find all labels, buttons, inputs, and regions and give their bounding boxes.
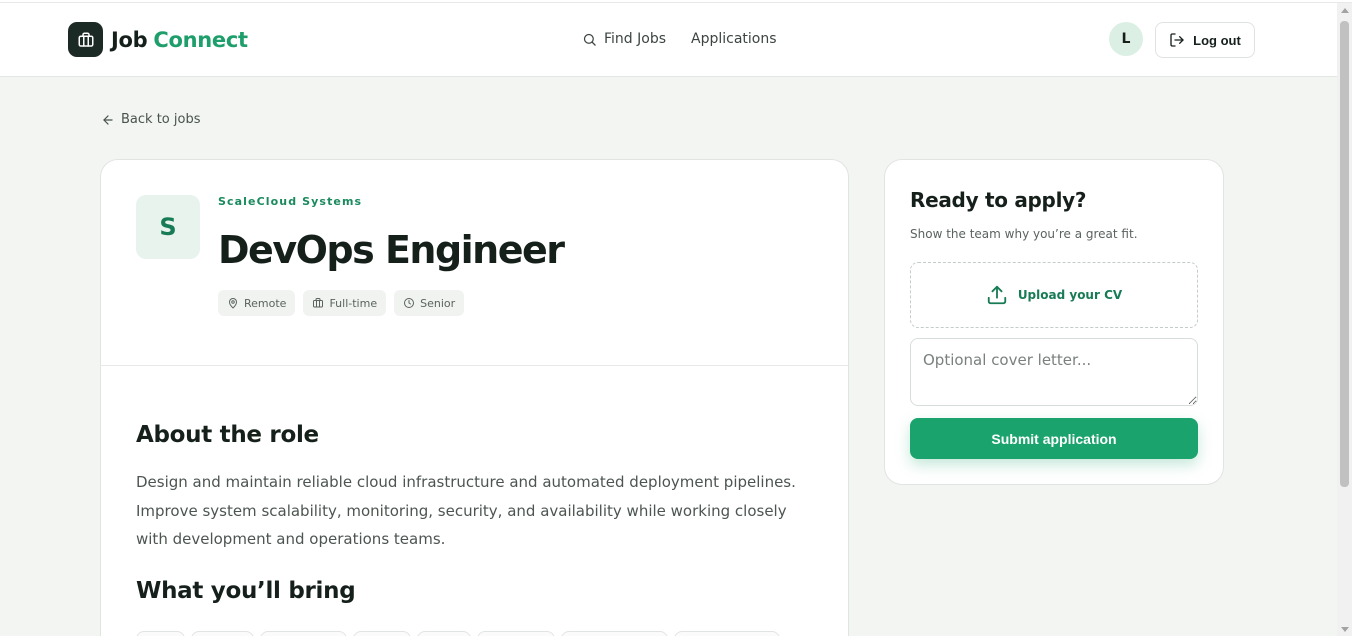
skill-chip <box>674 631 780 636</box>
skill-chip <box>260 631 347 636</box>
skill-chip <box>417 631 471 636</box>
apply-subtitle: Show the team why you’re a great fit. <box>910 227 1138 241</box>
nav-applications[interactable]: Applications <box>691 31 777 47</box>
skill-chip <box>561 631 668 636</box>
upload-cv-button[interactable]: Upload your CV <box>910 262 1198 328</box>
tag-employment-type: Full-time <box>303 290 387 316</box>
logo-word-connect: Connect <box>153 27 248 52</box>
page-scrollbar[interactable] <box>1337 3 1352 636</box>
skill-chip <box>136 631 185 636</box>
upload-cv-label: Upload your CV <box>1017 288 1123 302</box>
company-name[interactable]: ScaleCloud Systems <box>218 195 362 208</box>
about-text: Design and maintain reliable cloud infra… <box>136 473 796 548</box>
logo-text: Job Connect <box>111 28 248 52</box>
nav-find-jobs[interactable]: Find Jobs <box>582 31 666 47</box>
job-tags: Remote Full-time Senior <box>218 290 465 316</box>
submit-application-button[interactable]: Submit application <box>910 418 1198 459</box>
skill-chip <box>353 631 411 636</box>
skill-chip <box>191 631 254 636</box>
tag-location-label: Remote <box>244 296 287 310</box>
job-description: About the role Design and maintain relia… <box>136 422 816 604</box>
skill-chip <box>477 631 555 636</box>
nav-find-jobs-label: Find Jobs <box>604 31 667 47</box>
skill-chips <box>136 631 780 636</box>
briefcase-icon <box>313 298 324 308</box>
main-nav: Find Jobs Applications <box>582 31 777 47</box>
tag-seniority: Senior <box>394 290 465 316</box>
scroll-up-arrow-icon[interactable] <box>1341 8 1349 13</box>
job-title: DevOps Engineer <box>218 228 565 272</box>
nav-applications-label: Applications <box>691 31 777 47</box>
bring-heading: What you’ll bring <box>136 577 356 604</box>
job-header: S ScaleCloud Systems DevOps Engineer Rem… <box>101 160 848 366</box>
apply-title: Ready to apply? <box>910 188 1087 212</box>
logo[interactable]: Job Connect <box>68 22 248 57</box>
briefcase-logo-icon <box>68 22 103 57</box>
job-detail-card: S ScaleCloud Systems DevOps Engineer Rem… <box>100 159 849 636</box>
apply-panel: Ready to apply? Show the team why you’re… <box>884 159 1224 485</box>
clock-icon <box>404 298 415 308</box>
top-navbar: Job Connect Find Jobs Applications L Log … <box>0 3 1337 77</box>
tag-seniority-label: Senior <box>420 296 456 310</box>
scrollbar-thumb[interactable] <box>1340 21 1349 487</box>
search-icon <box>583 33 596 46</box>
logout-label: Log out <box>1193 32 1241 48</box>
logo-word-job: Job <box>111 27 148 52</box>
tag-employment-type-label: Full-time <box>329 296 378 310</box>
back-label: Back to jobs <box>121 112 201 127</box>
scroll-down-arrow-icon[interactable] <box>1341 627 1349 632</box>
tag-location: Remote <box>218 290 296 316</box>
company-logo: S <box>136 195 200 259</box>
back-to-jobs-link[interactable]: Back to jobs <box>101 112 200 127</box>
logout-button[interactable]: Log out <box>1155 22 1255 58</box>
about-heading: About the role <box>136 422 319 448</box>
avatar[interactable]: L <box>1109 22 1143 56</box>
cover-letter-input[interactable] <box>910 338 1198 406</box>
map-pin-icon <box>229 298 237 309</box>
logout-icon <box>1170 33 1184 47</box>
arrow-left-icon <box>103 114 113 125</box>
upload-icon <box>987 285 1006 305</box>
